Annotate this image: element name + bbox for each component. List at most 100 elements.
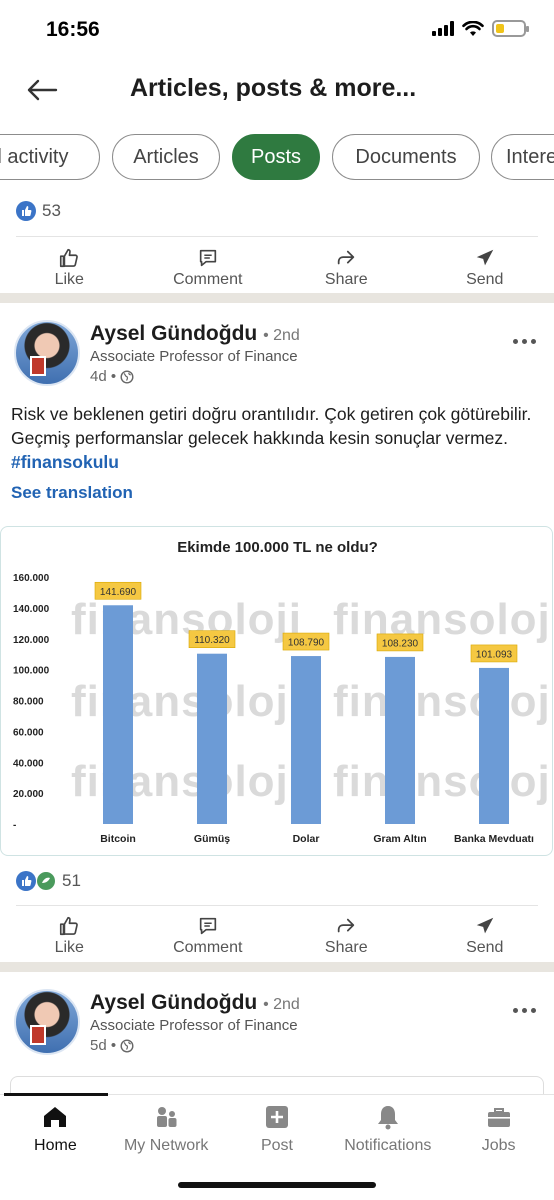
author-name[interactable]: Aysel Gündoğdu • 2nd bbox=[90, 322, 300, 346]
like-reaction-icon bbox=[16, 201, 36, 221]
like-reaction-icon bbox=[16, 871, 36, 891]
share-button[interactable]: Share bbox=[277, 240, 416, 296]
y-tick-label: - bbox=[13, 820, 16, 831]
divider bbox=[16, 236, 538, 237]
x-category-label: Bitcoin bbox=[100, 833, 136, 845]
post-meta: 4d • bbox=[90, 368, 134, 385]
post-age: 5d • bbox=[90, 1037, 117, 1054]
filter-chip-documents[interactable]: Documents bbox=[332, 134, 480, 180]
author-headline: Associate Professor of Finance bbox=[90, 1017, 298, 1034]
comment-button[interactable]: Comment bbox=[139, 908, 278, 964]
send-icon bbox=[476, 917, 493, 934]
battery-icon bbox=[492, 20, 529, 37]
share-icon bbox=[338, 250, 355, 265]
post-text: Risk ve beklenen getiri doğru orantılıdı… bbox=[11, 402, 541, 474]
like-label: Like bbox=[54, 939, 84, 956]
chart-bar bbox=[197, 653, 227, 824]
network-icon bbox=[157, 1107, 177, 1127]
thumbs-up-icon bbox=[60, 916, 79, 936]
send-icon bbox=[476, 249, 493, 266]
y-tick-label: 160.000 bbox=[13, 573, 50, 584]
tab-label: Notifications bbox=[344, 1137, 432, 1154]
reaction-count: 51 bbox=[62, 871, 81, 890]
x-category-label: Gümüş bbox=[194, 833, 230, 845]
support-reaction-icon bbox=[36, 871, 56, 891]
send-label: Send bbox=[466, 271, 504, 288]
data-label: 108.790 bbox=[288, 638, 325, 649]
author-headline: Associate Professor of Finance bbox=[90, 348, 298, 365]
thumbs-up-icon bbox=[60, 248, 79, 268]
share-button[interactable]: Share bbox=[277, 908, 416, 964]
filter-chip-posts[interactable]: Posts bbox=[232, 134, 320, 180]
reaction-summary-post0[interactable]: 53 bbox=[16, 201, 61, 221]
more-options-icon[interactable] bbox=[513, 1008, 536, 1013]
comment-button[interactable]: Comment bbox=[139, 240, 278, 296]
post-meta: 5d • bbox=[90, 1037, 134, 1054]
tab-home[interactable]: Home bbox=[0, 1095, 111, 1164]
signal-icon bbox=[432, 21, 454, 36]
section-gap bbox=[0, 962, 554, 972]
data-label: 101.093 bbox=[476, 649, 513, 660]
chart-image[interactable]: Ekimde 100.000 TL ne oldu? finansoloji f… bbox=[0, 526, 553, 856]
home-icon bbox=[44, 1107, 67, 1127]
post-body: Risk ve beklenen getiri doğru orantılıdı… bbox=[11, 404, 532, 448]
filter-chip-all-activity[interactable]: All activity bbox=[0, 134, 100, 180]
y-tick-label: 140.000 bbox=[13, 604, 50, 615]
chart-bar bbox=[291, 656, 321, 824]
post-age: 4d • bbox=[90, 368, 117, 385]
y-tick-label: 60.000 bbox=[13, 727, 44, 738]
reaction-count: 53 bbox=[42, 201, 61, 220]
home-indicator bbox=[178, 1182, 376, 1188]
tab-label: Home bbox=[34, 1137, 77, 1154]
data-label: 108.230 bbox=[382, 638, 419, 649]
back-arrow-icon[interactable] bbox=[24, 72, 60, 108]
avatar[interactable] bbox=[14, 989, 80, 1055]
send-button[interactable]: Send bbox=[416, 240, 554, 296]
post-icon bbox=[265, 1106, 288, 1128]
author-name-text[interactable]: Aysel Gündoğdu bbox=[90, 991, 257, 1014]
x-category-label: Banka Mevduatı bbox=[454, 833, 534, 845]
bottom-tab-bar: Home My Network Post Notifications Jobs bbox=[0, 1093, 554, 1164]
tab-my-network[interactable]: My Network bbox=[111, 1095, 222, 1164]
y-tick-label: 40.000 bbox=[13, 758, 44, 769]
y-tick-label: 20.000 bbox=[13, 789, 44, 800]
filter-chips: All activity Articles Posts Documents In… bbox=[0, 134, 554, 182]
avatar[interactable] bbox=[14, 320, 80, 386]
hashtag-link[interactable]: #finansokulu bbox=[11, 452, 119, 472]
globe-icon bbox=[120, 369, 134, 384]
filter-chip-interests[interactable]: Interests bbox=[491, 134, 554, 180]
x-category-label: Gram Altın bbox=[373, 833, 426, 845]
comment-label: Comment bbox=[173, 939, 243, 956]
tab-label: My Network bbox=[123, 1137, 209, 1154]
like-button[interactable]: Like bbox=[0, 908, 139, 964]
data-label: 110.320 bbox=[194, 635, 230, 646]
see-translation-link[interactable]: See translation bbox=[11, 483, 133, 503]
action-bar-post1: Like Comment Share Send bbox=[0, 908, 554, 964]
data-label: 141.690 bbox=[100, 587, 137, 598]
x-category-label: Dolar bbox=[293, 833, 320, 845]
comment-icon bbox=[199, 249, 216, 267]
y-tick-label: 80.000 bbox=[13, 697, 44, 708]
send-label: Send bbox=[466, 939, 504, 956]
tab-post[interactable]: Post bbox=[222, 1095, 333, 1164]
page-title: Articles, posts & more... bbox=[130, 74, 417, 102]
header: Articles, posts & more... bbox=[0, 60, 554, 118]
tab-notifications[interactable]: Notifications bbox=[332, 1095, 443, 1164]
status-time: 16:56 bbox=[46, 18, 100, 41]
section-gap bbox=[0, 293, 554, 303]
y-tick-label: 120.000 bbox=[13, 635, 50, 646]
author-name-text[interactable]: Aysel Gündoğdu bbox=[90, 322, 257, 345]
comment-icon bbox=[199, 917, 216, 935]
like-button[interactable]: Like bbox=[0, 240, 139, 296]
bar-chart: 160.000 140.000 120.000 100.000 80.000 60.000… bbox=[13, 573, 534, 845]
send-button[interactable]: Send bbox=[416, 908, 554, 964]
author-name[interactable]: Aysel Gündoğdu • 2nd bbox=[90, 991, 300, 1015]
tab-jobs[interactable]: Jobs bbox=[443, 1095, 554, 1164]
reaction-summary-post1[interactable]: 51 bbox=[16, 871, 81, 891]
more-options-icon[interactable] bbox=[513, 339, 536, 344]
filter-chip-articles[interactable]: Articles bbox=[112, 134, 220, 180]
globe-icon bbox=[120, 1038, 134, 1053]
bell-icon bbox=[377, 1106, 398, 1130]
briefcase-icon bbox=[487, 1108, 510, 1127]
chart-bar bbox=[479, 667, 509, 824]
